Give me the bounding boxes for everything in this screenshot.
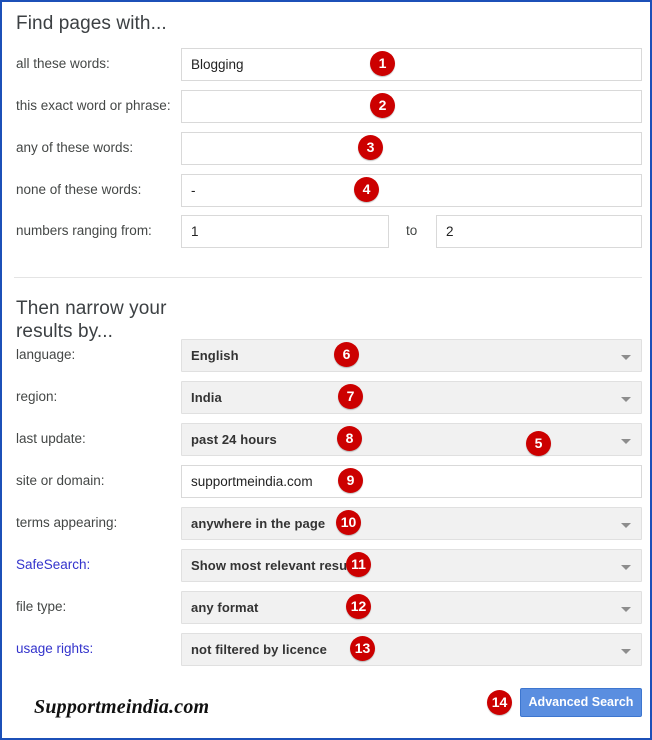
badge-11: 11: [346, 552, 371, 577]
badge-4: 4: [354, 177, 379, 202]
label-narrow-9: site or domain:: [16, 473, 105, 488]
advanced-search-button[interactable]: Advanced Search: [520, 688, 642, 717]
label-find-1: all these words:: [16, 56, 110, 71]
value-narrow-12: any format: [191, 600, 259, 615]
value-narrow-7: India: [191, 390, 222, 405]
badge-5: 5: [526, 431, 551, 456]
row-find-1: all these words: Blogging: [2, 48, 650, 82]
find-pages-with-heading: Find pages with...: [16, 13, 167, 34]
site-logo-text: Supportmeindia.com: [34, 696, 210, 718]
badge-9: 9: [338, 468, 363, 493]
label-find-2: this exact word or phrase:: [16, 98, 171, 113]
label-numbers-ranging-from: numbers ranging from:: [16, 223, 152, 238]
chevron-down-icon: [621, 649, 631, 654]
row-narrow-10: terms appearing: anywhere in the page: [2, 507, 650, 541]
row-narrow-13: usage rights: not filtered by licence: [2, 633, 650, 667]
input-find-4[interactable]: -: [181, 174, 642, 207]
chevron-down-icon: [621, 523, 631, 528]
value-narrow-10: anywhere in the page: [191, 516, 326, 531]
row-numbers-ranging: numbers ranging from: 1 to 2 5: [2, 215, 650, 456]
select-narrow-12[interactable]: any format: [181, 591, 642, 624]
row-find-4: none of these words: -: [2, 174, 650, 208]
row-find-3: any of these words:: [2, 132, 650, 166]
select-narrow-6[interactable]: English: [181, 339, 642, 372]
label-narrow-10: terms appearing:: [16, 515, 118, 530]
input-narrow-9[interactable]: supportmeindia.com: [181, 465, 642, 498]
row-find-2: this exact word or phrase:: [2, 90, 650, 124]
badge-1: 1: [370, 51, 395, 76]
badge-14: 14: [487, 690, 512, 715]
row-narrow-8: last update: past 24 hours: [2, 423, 650, 457]
chevron-down-icon: [621, 439, 631, 444]
badge-13: 13: [350, 636, 375, 661]
label-narrow-7: region:: [16, 389, 58, 404]
label-find-4: none of these words:: [16, 182, 142, 197]
badge-10: 10: [336, 510, 361, 535]
badge-6: 6: [334, 342, 359, 367]
select-narrow-13[interactable]: not filtered by licence: [181, 633, 642, 666]
value-narrow-9: supportmeindia.com: [191, 474, 313, 489]
label-narrow-12: file type:: [16, 599, 67, 614]
input-find-1[interactable]: Blogging: [181, 48, 642, 81]
chevron-down-icon: [621, 355, 631, 360]
chevron-down-icon: [621, 607, 631, 612]
advanced-search-panel: Find pages with... all these words: Blogg…: [0, 0, 652, 740]
value-narrow-6: English: [191, 348, 239, 363]
select-narrow-8[interactable]: past 24 hours: [181, 423, 642, 456]
value-narrow-11: Show most relevant results: [191, 558, 363, 573]
input-find-2[interactable]: [181, 90, 642, 123]
numbers-from-input[interactable]: 1: [181, 215, 389, 248]
label-to: to: [406, 223, 418, 238]
section-divider: [14, 277, 642, 278]
select-narrow-7[interactable]: India: [181, 381, 642, 414]
row-narrow-7: region: India: [2, 381, 650, 415]
select-narrow-10[interactable]: anywhere in the page: [181, 507, 642, 540]
row-narrow-11: SafeSearch: Show most relevant results: [2, 549, 650, 583]
badge-7: 7: [338, 384, 363, 409]
label-narrow-6: language:: [16, 347, 76, 362]
row-narrow-6: language: English: [2, 339, 650, 373]
numbers-to-input[interactable]: 2: [436, 215, 642, 248]
badge-8: 8: [337, 426, 362, 451]
value-narrow-13: not filtered by licence: [191, 642, 327, 657]
row-narrow-9: site or domain: supportmeindia.com: [2, 465, 650, 499]
then-narrow-results-heading: Then narrow your results by...: [16, 298, 167, 342]
label-narrow-13[interactable]: usage rights:: [16, 641, 93, 657]
label-narrow-8: last update:: [16, 431, 86, 446]
value-narrow-8: past 24 hours: [191, 432, 277, 447]
badge-3: 3: [358, 135, 383, 160]
chevron-down-icon: [621, 397, 631, 402]
chevron-down-icon: [621, 565, 631, 570]
label-find-3: any of these words:: [16, 140, 134, 155]
badge-2: 2: [370, 93, 395, 118]
row-narrow-12: file type: any format: [2, 591, 650, 625]
badge-12: 12: [346, 594, 371, 619]
select-narrow-11[interactable]: Show most relevant results: [181, 549, 642, 582]
label-narrow-11[interactable]: SafeSearch:: [16, 557, 90, 573]
input-find-3[interactable]: [181, 132, 642, 165]
